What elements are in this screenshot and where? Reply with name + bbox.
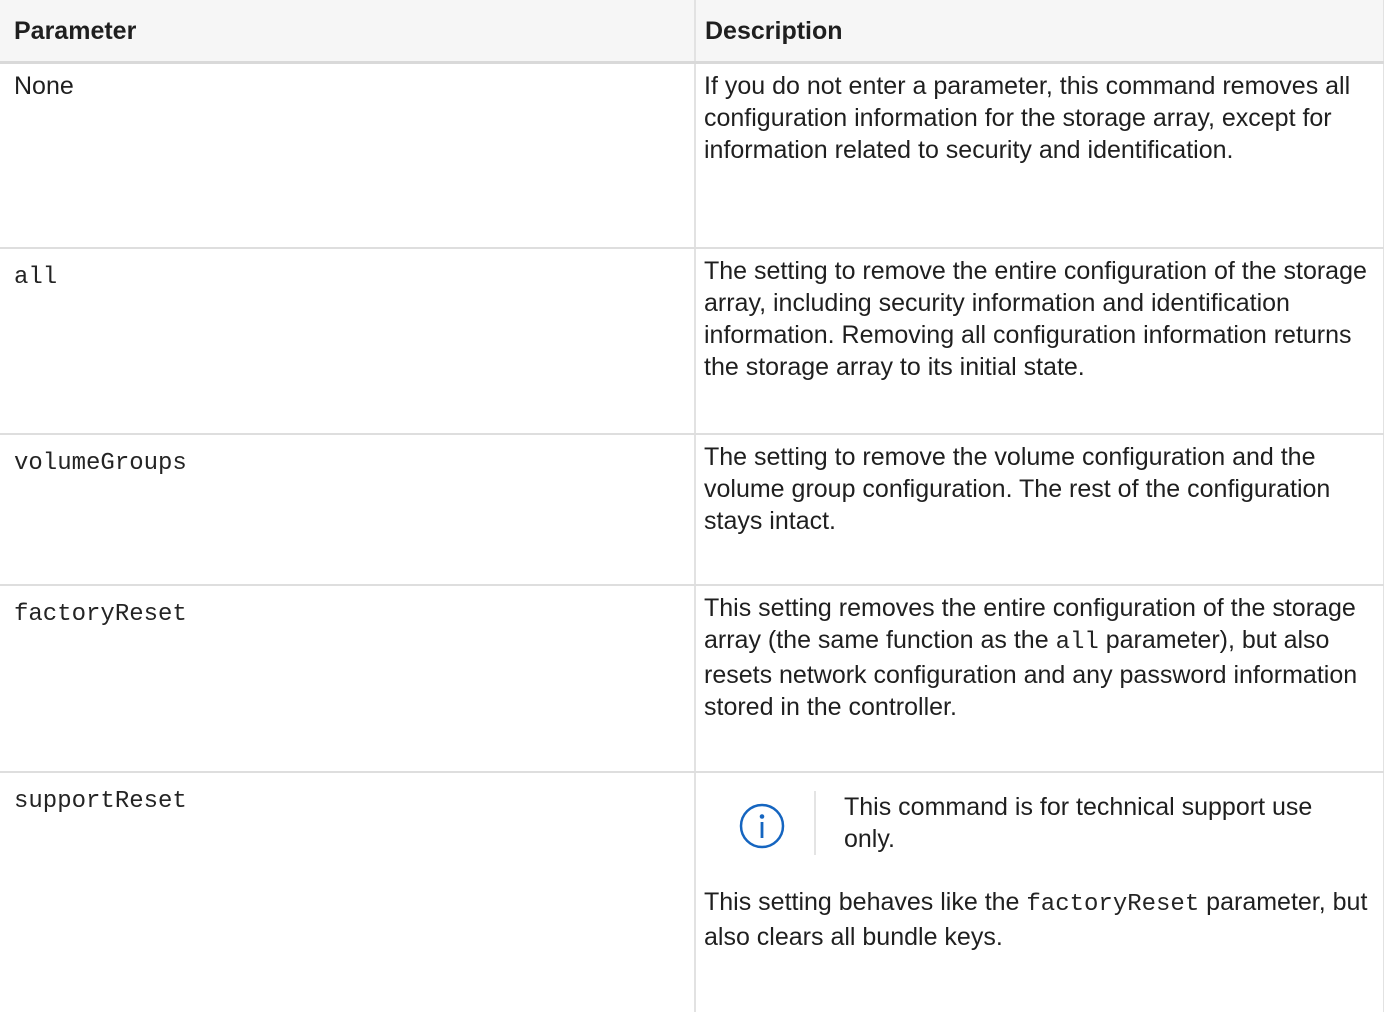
inline-code: all bbox=[1055, 628, 1099, 656]
description-text: This setting behaves like the factoryRes… bbox=[704, 886, 1377, 953]
param-code: all bbox=[14, 263, 58, 291]
description-part: This setting behaves like the bbox=[704, 887, 1027, 916]
param-name: None bbox=[0, 62, 696, 249]
header-description: Description bbox=[695, 0, 1384, 64]
note-text: This command is for technical support us… bbox=[844, 792, 1313, 853]
param-description: The setting to remove the volume configu… bbox=[695, 433, 1384, 586]
header-parameter: Parameter bbox=[0, 0, 696, 64]
description-text: The setting to remove the volume configu… bbox=[704, 442, 1331, 535]
table-row: supportReset This command is for technic… bbox=[0, 771, 1384, 1012]
info-note: This command is for technical support us… bbox=[704, 790, 1377, 855]
param-code: factoryReset bbox=[14, 600, 187, 628]
table-header-row: Parameter Description bbox=[0, 0, 1384, 64]
description-text: The setting to remove the entire configu… bbox=[704, 256, 1367, 381]
param-code: supportReset bbox=[14, 787, 187, 815]
param-description: The setting to remove the entire configu… bbox=[695, 247, 1384, 435]
table-row: factoryReset This setting removes the en… bbox=[0, 584, 1384, 773]
param-code: volumeGroups bbox=[14, 449, 187, 477]
table-row: volumeGroups The setting to remove the v… bbox=[0, 433, 1384, 586]
table-row: None If you do not enter a parameter, th… bbox=[0, 62, 1384, 249]
param-description: This setting removes the entire configur… bbox=[695, 584, 1384, 773]
info-icon bbox=[739, 803, 785, 848]
note-icon-column bbox=[704, 790, 816, 855]
param-name: factoryReset bbox=[0, 584, 696, 773]
param-name: supportReset bbox=[0, 771, 696, 1012]
param-description: This command is for technical support us… bbox=[695, 771, 1384, 1012]
description-text: This setting removes the entire configur… bbox=[704, 592, 1377, 723]
param-description: If you do not enter a parameter, this co… bbox=[695, 62, 1384, 249]
parameters-table: Parameter Description None If you do not… bbox=[0, 0, 1384, 1012]
inline-code: factoryReset bbox=[1026, 890, 1200, 918]
param-name: volumeGroups bbox=[0, 433, 696, 586]
table-row: all The setting to remove the entire con… bbox=[0, 247, 1384, 435]
description-text: If you do not enter a parameter, this co… bbox=[704, 72, 1351, 164]
param-name: all bbox=[0, 247, 696, 435]
